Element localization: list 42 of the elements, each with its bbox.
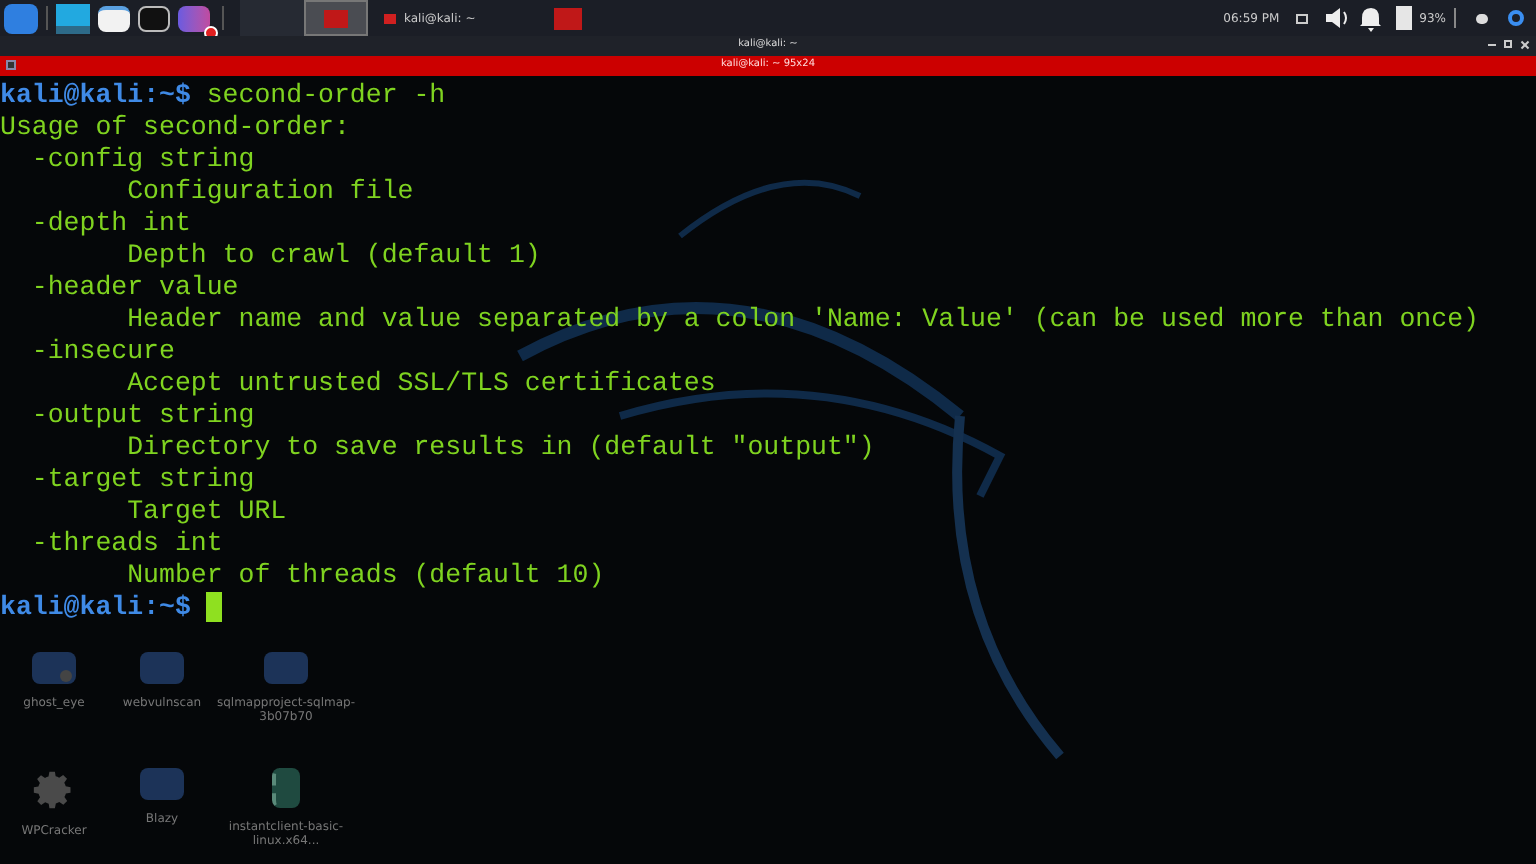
option-name-text: -output string (31, 400, 255, 430)
desktop-icon[interactable] (56, 3, 90, 33)
option-description-text: Number of threads (default 10) (127, 560, 605, 590)
option-name-text: -config string (31, 144, 255, 174)
option-description-text: Depth to crawl (default 1) (127, 240, 541, 270)
folder-icon[interactable] (98, 5, 130, 31)
option-description-text: Header name and value separated by a colon 'Name: Value' (can be used more than once) (127, 304, 1479, 334)
usage-line-text: Usage of second-order: (0, 112, 350, 142)
option-description-text: Configuration file (127, 176, 414, 206)
option-name-text: -insecure (31, 336, 175, 366)
locked-folder-icon (32, 652, 76, 684)
option-name-text: -threads int (31, 528, 223, 558)
option-name-text: -header value (31, 272, 239, 302)
command-text: second-order -h (204, 80, 446, 112)
bell-icon[interactable] (1359, 5, 1382, 31)
gear-icon (32, 768, 76, 812)
close-icon[interactable] (1520, 40, 1528, 48)
folder-icon (264, 652, 308, 684)
window-thumbnail-icon (554, 7, 582, 29)
terminal-icon (6, 60, 16, 70)
volume-icon[interactable] (1323, 6, 1352, 30)
option-name-text: -target string (31, 464, 255, 494)
option-description-text: Directory to save results in (default "output") (127, 432, 875, 462)
option-description-text: Accept untrusted SSL/TLS certificates (127, 368, 716, 398)
prompt-user-host: kali@kali (0, 80, 144, 112)
folder-icon (140, 768, 184, 800)
option-name-text: -depth int (31, 208, 191, 238)
minimize-icon[interactable] (1488, 43, 1496, 45)
prompt-user-host: kali@kali (0, 592, 144, 624)
maximize-icon[interactable] (1504, 40, 1512, 48)
folder-icon (140, 652, 184, 684)
display-icon[interactable] (1295, 13, 1308, 23)
battery-icon[interactable] (1395, 6, 1412, 30)
archive-icon (272, 768, 300, 808)
window-thumbnail-icon (384, 13, 396, 23)
terminal-icon[interactable] (138, 5, 170, 31)
prompt-path: :~$ (143, 592, 191, 624)
prompt-path: :~$ (143, 80, 191, 112)
power-icon[interactable] (1508, 10, 1524, 26)
window-thumbnail-icon (324, 9, 348, 27)
text-cursor (206, 592, 223, 622)
option-description-text: Target URL (127, 496, 287, 526)
